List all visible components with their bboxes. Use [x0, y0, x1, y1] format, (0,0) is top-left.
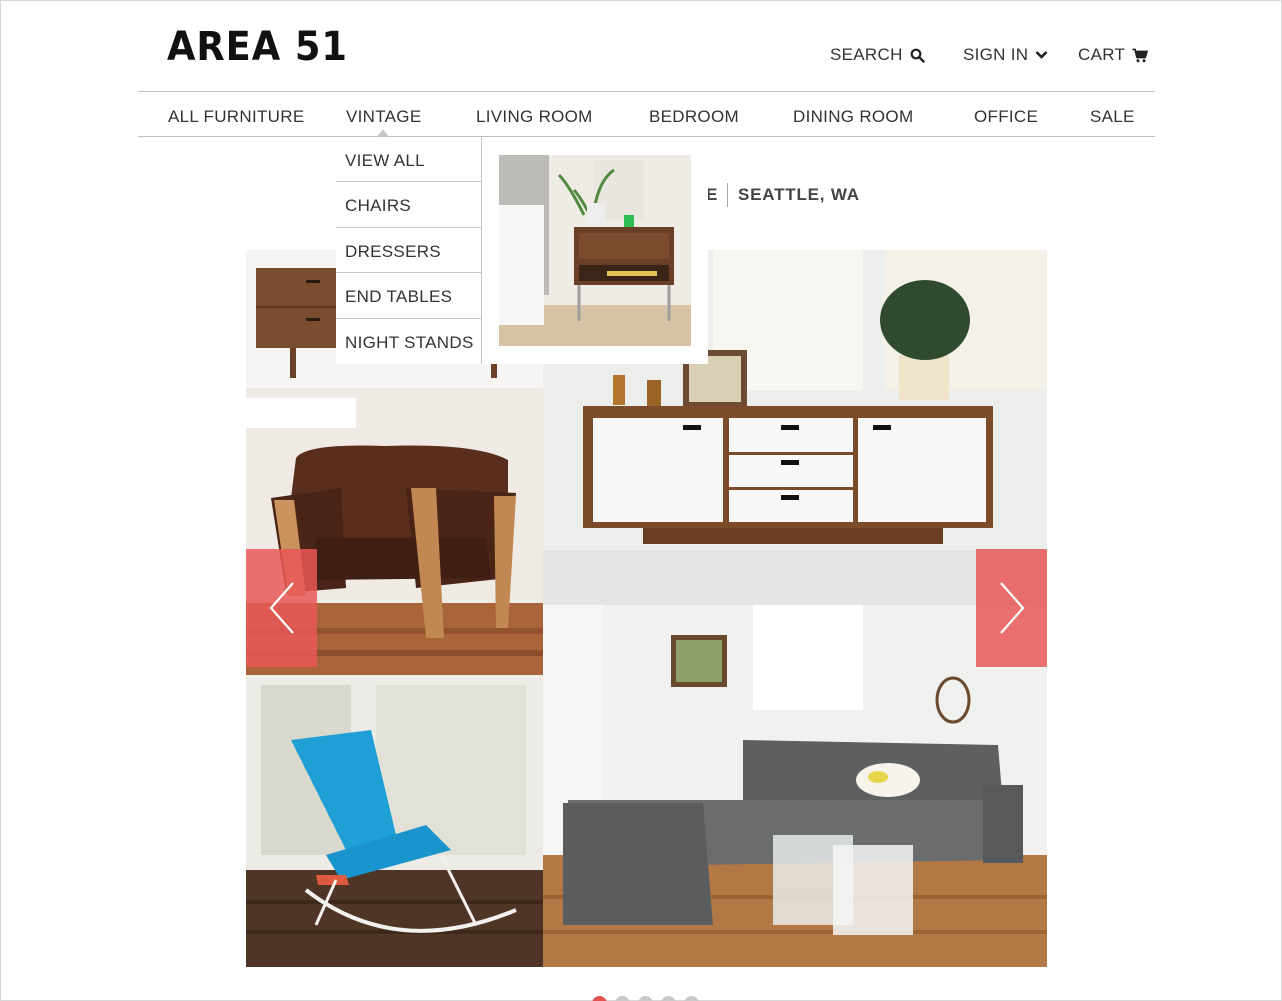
nav-item-dining-room[interactable]: DINING ROOM — [793, 107, 913, 127]
dropdown-item-dressers[interactable]: DRESSERS — [336, 228, 481, 274]
dropdown-item-end-tables[interactable]: END TABLES — [336, 273, 481, 319]
chevron-right-icon — [999, 582, 1024, 634]
chevron-left-icon — [269, 582, 294, 634]
search-button[interactable]: SEARCH — [830, 45, 925, 65]
nav-item-vintage[interactable]: VINTAGE — [346, 107, 421, 127]
nightstand-illustration — [499, 155, 691, 346]
carousel-dot[interactable] — [592, 996, 607, 1001]
dropdown-caret — [377, 129, 389, 137]
hero-tagline-location: SEATTLE, WA — [738, 185, 860, 204]
nav-item-bedroom[interactable]: BEDROOM — [649, 107, 739, 127]
dropdown-item-night-stands[interactable]: NIGHT STANDS — [336, 319, 481, 364]
carousel-dot[interactable] — [661, 996, 676, 1001]
cart-label: CART — [1078, 45, 1126, 64]
nav-item-office[interactable]: OFFICE — [974, 107, 1038, 127]
sign-in-label: SIGN IN — [963, 45, 1029, 64]
carousel-dots — [592, 996, 699, 1001]
sign-in-button[interactable]: SIGN IN — [963, 45, 1048, 65]
cart-button[interactable]: CART — [1078, 45, 1149, 65]
site-logo[interactable]: AREA 51 — [167, 24, 348, 70]
vintage-dropdown-menu: VIEW ALL CHAIRS DRESSERS END TABLES NIGH… — [336, 137, 708, 364]
dropdown-item-view-all[interactable]: VIEW ALL — [336, 137, 481, 183]
dropdown-list: VIEW ALL CHAIRS DRESSERS END TABLES NIGH… — [336, 137, 482, 364]
nav-item-all-furniture[interactable]: ALL FURNITURE — [168, 107, 304, 127]
carousel-prev-button[interactable] — [246, 549, 317, 667]
chevron-down-icon — [1035, 51, 1048, 59]
blue-rocking-chair-image[interactable] — [246, 675, 543, 967]
dropdown-item-chairs[interactable]: CHAIRS — [336, 182, 481, 228]
cart-icon — [1132, 48, 1149, 62]
tagline-divider — [727, 183, 728, 207]
nav-item-sale[interactable]: SALE — [1090, 107, 1135, 127]
search-icon — [910, 48, 925, 63]
sofa-illustration — [543, 605, 1047, 967]
nav-item-living-room[interactable]: LIVING ROOM — [476, 107, 593, 127]
carousel-dot[interactable] — [684, 996, 699, 1001]
sectional-sofa-image[interactable] — [543, 605, 1047, 967]
carousel-dot[interactable] — [638, 996, 653, 1001]
carousel-dot[interactable] — [615, 996, 630, 1001]
rocking-chair-illustration — [246, 675, 543, 967]
search-label: SEARCH — [830, 45, 903, 64]
dropdown-featured-nightstand-image[interactable] — [499, 155, 691, 346]
main-nav: ALL FURNITURE VINTAGE LIVING ROOM BEDROO… — [138, 91, 1155, 137]
carousel-next-button[interactable] — [976, 549, 1047, 667]
